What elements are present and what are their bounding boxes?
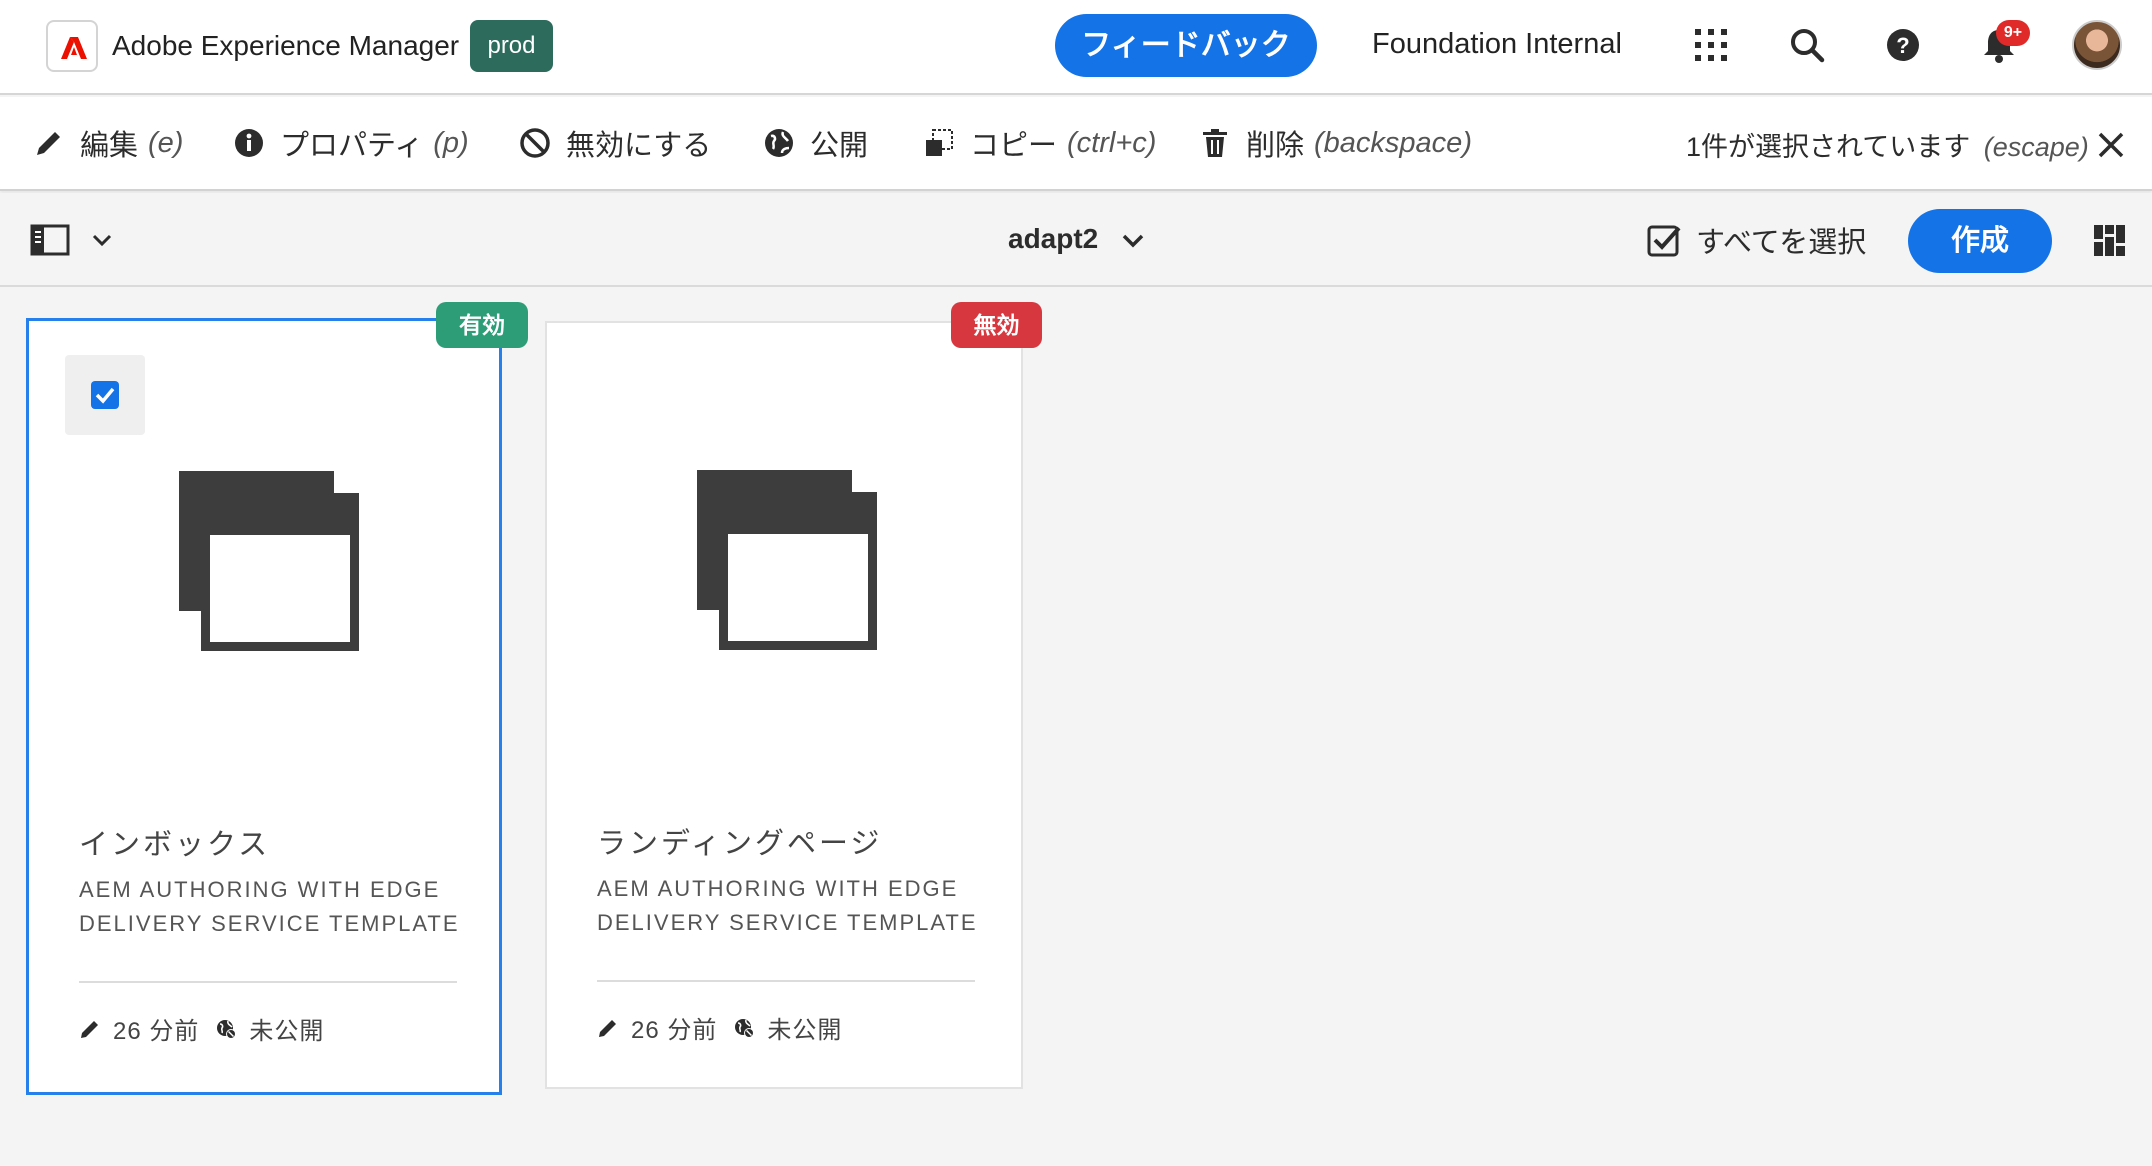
card-divider bbox=[79, 981, 457, 983]
unpublished-globe-icon bbox=[217, 1019, 237, 1039]
status-tag-enabled: 有効 bbox=[436, 302, 528, 348]
create-button[interactable]: 作成 bbox=[1908, 209, 2052, 273]
selection-count-label: 1件が選択されています bbox=[1686, 132, 1971, 162]
delete-action-label: 削除 bbox=[1246, 130, 1305, 162]
chevron-down-icon[interactable] bbox=[1120, 227, 1146, 253]
select-all-label: すべてを選択 bbox=[1696, 227, 1867, 259]
copy-icon bbox=[926, 129, 953, 156]
search-icon[interactable] bbox=[1784, 22, 1830, 68]
notification-count-badge: 9+ bbox=[1996, 20, 2030, 46]
template-thumbnail-icon bbox=[179, 471, 359, 651]
delete-action-button[interactable]: 削除 (backspace) bbox=[1198, 121, 1472, 165]
adobe-logo-icon[interactable] bbox=[46, 20, 98, 72]
card-meta: 26 分前 未公開 bbox=[597, 1010, 842, 1045]
checkmark-icon bbox=[95, 387, 115, 404]
properties-action-button[interactable]: プロパティ (p) bbox=[232, 121, 469, 165]
card-modified-time: 26 分前 bbox=[113, 1018, 200, 1045]
selection-status: 1件が選択されています (escape) bbox=[1686, 125, 2089, 164]
copy-action-label: コピー bbox=[970, 130, 1058, 162]
card-meta: 26 分前 未公開 bbox=[79, 1011, 324, 1046]
template-card[interactable]: ランディングページ AEM Authoring with Edge Delive… bbox=[545, 321, 1023, 1089]
status-tag-disabled: 無効 bbox=[951, 302, 1042, 348]
edit-action-button[interactable]: 編集 (e) bbox=[32, 121, 183, 165]
feedback-button[interactable]: フィードバック bbox=[1055, 14, 1317, 77]
card-subtitle: AEM Authoring with Edge Delivery Service… bbox=[597, 876, 978, 935]
close-icon[interactable] bbox=[2094, 128, 2128, 162]
card-modified-time: 26 分前 bbox=[631, 1017, 718, 1044]
delete-action-shortcut: (backspace) bbox=[1314, 126, 1472, 159]
edit-action-label: 編集 bbox=[80, 130, 139, 162]
info-icon bbox=[235, 129, 263, 157]
card-publish-status: 未公開 bbox=[249, 1018, 325, 1045]
card-title: インボックス bbox=[79, 829, 271, 861]
publish-action-button[interactable]: 公開 bbox=[762, 121, 868, 165]
selection-escape-shortcut: (escape) bbox=[1983, 132, 2089, 162]
card-select-checkbox[interactable] bbox=[65, 355, 145, 435]
disable-action-label: 無効にする bbox=[566, 130, 712, 162]
help-icon[interactable]: ? bbox=[1880, 22, 1926, 68]
folder-title[interactable]: adapt2 bbox=[1008, 223, 1098, 255]
card-subtitle: AEM Authoring with Edge Delivery Service… bbox=[79, 877, 460, 936]
card-divider bbox=[597, 980, 975, 982]
pencil-icon bbox=[37, 132, 60, 155]
organization-switcher[interactable]: Foundation Internal bbox=[1372, 28, 1622, 61]
globe-icon bbox=[765, 129, 793, 157]
chevron-down-icon[interactable] bbox=[90, 228, 114, 252]
apps-grid-icon[interactable] bbox=[1688, 22, 1734, 68]
rail-toggle-icon[interactable] bbox=[30, 223, 70, 257]
top-header: Adobe Experience Manager prod フィードバック Fo… bbox=[0, 0, 2152, 95]
copy-action-button[interactable]: コピー (ctrl+c) bbox=[922, 121, 1156, 165]
card-title: ランディングページ bbox=[597, 828, 883, 860]
copy-action-shortcut: (ctrl+c) bbox=[1067, 126, 1157, 159]
environment-badge: prod bbox=[470, 20, 553, 72]
publish-action-label: 公開 bbox=[810, 130, 869, 162]
edit-action-shortcut: (e) bbox=[148, 126, 184, 159]
disable-icon bbox=[520, 128, 550, 158]
unpublished-globe-icon bbox=[735, 1018, 755, 1038]
svg-text:?: ? bbox=[1896, 33, 1909, 58]
pencil-icon bbox=[599, 1019, 616, 1037]
app-title[interactable]: Adobe Experience Manager bbox=[112, 30, 459, 62]
select-all-button[interactable]: すべてを選択 bbox=[1646, 219, 1866, 261]
selection-action-bar: 編集 (e) プロパティ (p) 無効にする 公開 コピー (ctrl+c) 削… bbox=[0, 97, 2152, 191]
checkbox-checked[interactable] bbox=[91, 381, 119, 409]
template-thumbnail-icon bbox=[697, 470, 877, 650]
trash-icon bbox=[1203, 129, 1227, 157]
card-view-icon[interactable] bbox=[2092, 223, 2128, 259]
checkbox-checked-icon bbox=[1647, 225, 1681, 257]
user-avatar[interactable] bbox=[2072, 20, 2122, 70]
properties-action-label: プロパティ bbox=[280, 130, 424, 162]
card-publish-status: 未公開 bbox=[767, 1017, 843, 1044]
content-toolbar: adapt2 すべてを選択 作成 bbox=[0, 193, 2152, 287]
template-card[interactable]: インボックス AEM Authoring with Edge Delivery … bbox=[26, 318, 502, 1095]
disable-action-button[interactable]: 無効にする bbox=[518, 121, 711, 165]
pencil-icon bbox=[81, 1020, 98, 1038]
properties-action-shortcut: (p) bbox=[433, 126, 469, 159]
